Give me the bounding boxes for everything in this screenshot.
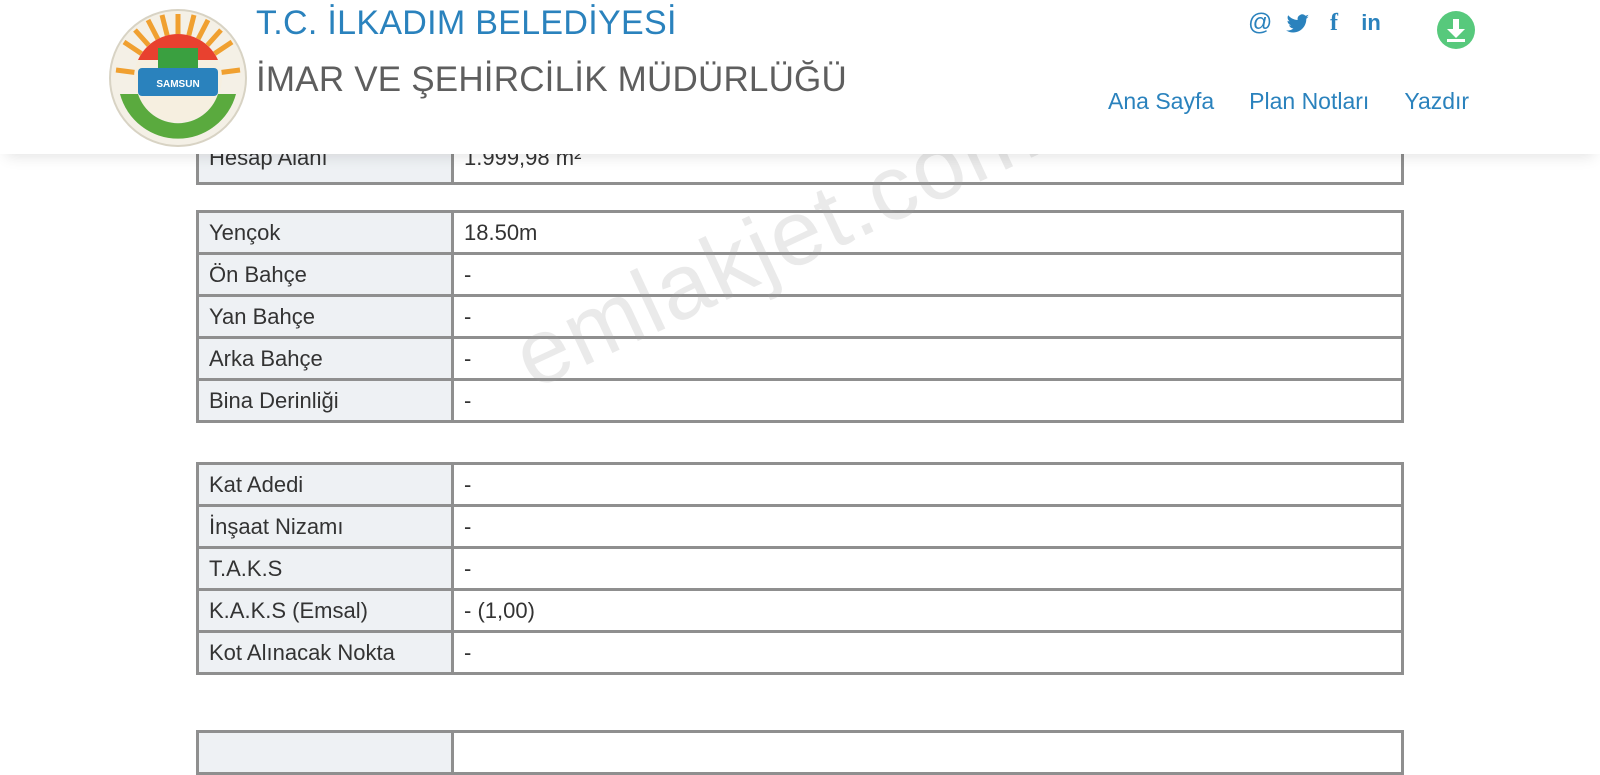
table-row: Yençok 18.50m bbox=[196, 210, 1404, 255]
row-label: Bina Derinliği bbox=[196, 378, 454, 423]
table-row: Arka Bahçe - bbox=[196, 336, 1404, 381]
page-title: T.C. İLKADIM BELEDİYESİ bbox=[256, 4, 677, 42]
row-label: Kat Adedi bbox=[196, 462, 454, 507]
table-row: T.A.K.S - bbox=[196, 546, 1404, 591]
row-value: - bbox=[451, 462, 1404, 507]
row-value: - bbox=[451, 336, 1404, 381]
logo-samsun-text: SAMSUN bbox=[156, 79, 199, 90]
header-nav: Ana Sayfa Plan Notları Yazdır bbox=[1108, 88, 1469, 115]
row-label: T.A.K.S bbox=[196, 546, 454, 591]
row-label: Yençok bbox=[196, 210, 454, 255]
row-label: Arka Bahçe bbox=[196, 336, 454, 381]
table-row: Bina Derinliği - bbox=[196, 378, 1404, 423]
row-label: Yan Bahçe bbox=[196, 294, 454, 339]
next-table bbox=[196, 730, 1404, 775]
page-subtitle: İMAR VE ŞEHİRCİLİK MÜDÜRLÜĞÜ bbox=[256, 60, 847, 99]
table-row: Yan Bahçe - bbox=[196, 294, 1404, 339]
table-row: K.A.K.S (Emsal) - (1,00) bbox=[196, 588, 1404, 633]
row-label: Ön Bahçe bbox=[196, 252, 454, 297]
nav-plan-notes-link[interactable]: Plan Notları bbox=[1249, 88, 1369, 115]
row-value: - bbox=[451, 378, 1404, 423]
row-value: - bbox=[451, 504, 1404, 549]
row-value: 18.50m bbox=[451, 210, 1404, 255]
table-row: Kat Adedi - bbox=[196, 462, 1404, 507]
setbacks-table: Yençok 18.50m Ön Bahçe - Yan Bahçe - Ark… bbox=[196, 210, 1404, 423]
row-value: - (1,00) bbox=[451, 588, 1404, 633]
row-value bbox=[451, 730, 1404, 775]
row-label bbox=[196, 730, 454, 775]
twitter-icon[interactable] bbox=[1286, 8, 1310, 38]
row-value: - bbox=[451, 546, 1404, 591]
row-value: - bbox=[451, 630, 1404, 675]
nav-home-link[interactable]: Ana Sayfa bbox=[1108, 88, 1214, 115]
row-value: - bbox=[451, 294, 1404, 339]
density-table: Kat Adedi - İnşaat Nizamı - T.A.K.S - K.… bbox=[196, 462, 1404, 675]
table-row bbox=[196, 730, 1404, 775]
ilkadim-logo[interactable]: SAMSUN bbox=[108, 8, 248, 148]
email-icon[interactable]: @ bbox=[1248, 8, 1272, 38]
row-label: İnşaat Nizamı bbox=[196, 504, 454, 549]
row-label: K.A.K.S (Emsal) bbox=[196, 588, 454, 633]
table-row: Kot Alınacak Nokta - bbox=[196, 630, 1404, 675]
linkedin-icon[interactable]: in bbox=[1358, 8, 1384, 38]
facebook-icon[interactable]: f bbox=[1324, 8, 1344, 38]
row-label: Kot Alınacak Nokta bbox=[196, 630, 454, 675]
social-links: @ f in bbox=[1248, 8, 1384, 38]
nav-print-link[interactable]: Yazdır bbox=[1404, 88, 1469, 115]
download-icon[interactable] bbox=[1436, 10, 1476, 50]
table-row: Ön Bahçe - bbox=[196, 252, 1404, 297]
site-header: SAMSUN T.C. İLKADIM BELEDİYESİ İMAR VE Ş… bbox=[0, 0, 1600, 154]
table-row: İnşaat Nizamı - bbox=[196, 504, 1404, 549]
row-value: - bbox=[451, 252, 1404, 297]
